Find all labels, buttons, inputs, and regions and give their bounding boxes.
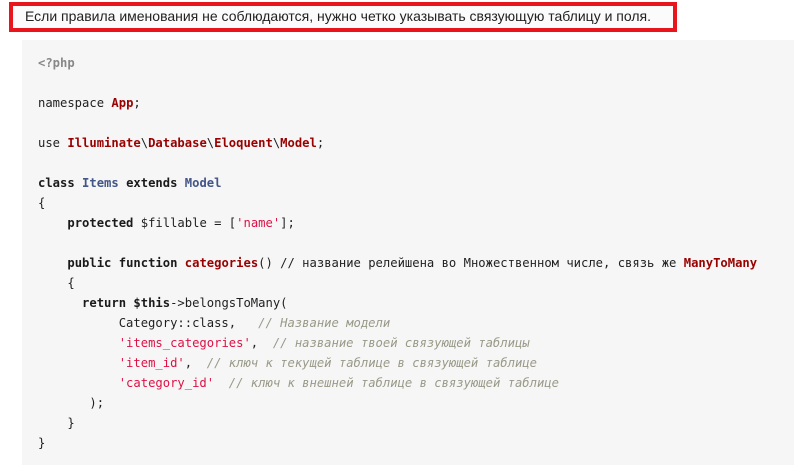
code-token: class (38, 176, 75, 190)
code-token: ; (316, 136, 325, 150)
code-token: // ключ к внешней таблице в связующей та… (228, 376, 559, 390)
highlighted-note-box: Если правила именования не соблюдаются, … (9, 2, 677, 32)
code-token: Category::class, (38, 316, 259, 330)
code-line-9: return $this->belongsToMany( (38, 294, 288, 312)
code-token: { (38, 196, 46, 210)
code-token: 'name' (236, 216, 281, 230)
code-token: 'category_id' (118, 376, 215, 390)
code-line-5: { (38, 194, 45, 212)
code-token: // ключ к текущей таблице в связующей та… (206, 356, 537, 370)
code-token: () // название релейшена во Множественно… (258, 256, 684, 270)
code-line-11: 'items_categories', // название твоей св… (38, 334, 530, 352)
code-token: <?php (38, 56, 75, 70)
code-token: , (184, 356, 207, 370)
code-token: } (38, 416, 75, 430)
code-line-4: class Items extends Model (38, 174, 221, 192)
code-token: ->belongsToMany( (170, 296, 288, 310)
code-token: use (38, 136, 61, 150)
code-token: Illuminate (67, 136, 141, 150)
code-token: App (111, 96, 134, 110)
code-line-15: } (38, 414, 75, 432)
note-text: Если правила именования не соблюдаются, … (25, 8, 651, 24)
code-token: categories (184, 256, 259, 270)
code-token: namespace (38, 96, 105, 110)
code-token: $fillable = [ (133, 216, 237, 230)
code-token: Eloquent (214, 136, 273, 150)
code-block: <?php namespace App; use Illuminate\Data… (22, 40, 794, 465)
code-line-14: ); (38, 394, 104, 412)
code-token: // название твоей связующей таблицы (272, 336, 530, 350)
code-token: extends (126, 176, 178, 190)
code-line-3: use Illuminate\Database\Eloquent\Model; (38, 134, 324, 152)
code-line-12: 'item_id', // ключ к текущей таблице в с… (38, 354, 537, 372)
code-line-10: Category::class, // Название модели (38, 314, 391, 332)
code-token: // Название модели (258, 316, 391, 330)
code-line-2: namespace App; (38, 94, 141, 112)
code-token: public (67, 256, 112, 270)
code-token: ); (38, 396, 105, 410)
code-token: return (82, 296, 127, 310)
code-line-13: 'category_id' // ключ к внешней таблице … (38, 374, 559, 392)
code-line-1: <?php (38, 54, 75, 72)
code-token: $this (133, 296, 171, 310)
code-token: Items (82, 176, 119, 190)
code-token: protected (67, 216, 134, 230)
code-line-16: } (38, 434, 45, 452)
code-token: , (250, 336, 273, 350)
code-token: ManyToMany (683, 256, 758, 270)
code-token: Database (148, 136, 207, 150)
code-token: Model (280, 136, 317, 150)
code-token: } (38, 436, 46, 450)
code-line-7: public function categories() // название… (38, 254, 757, 272)
code-token: { (38, 276, 75, 290)
code-token: 'item_id' (118, 356, 185, 370)
code-line-6: protected $fillable = ['name']; (38, 214, 295, 232)
code-token: 'items_categories' (118, 336, 251, 350)
code-token: ]; (280, 216, 295, 230)
code-token: function (118, 256, 178, 270)
code-token: Model (184, 176, 222, 190)
code-token: \ (140, 136, 149, 150)
code-token: ; (133, 96, 141, 110)
code-line-8: { (38, 274, 75, 292)
